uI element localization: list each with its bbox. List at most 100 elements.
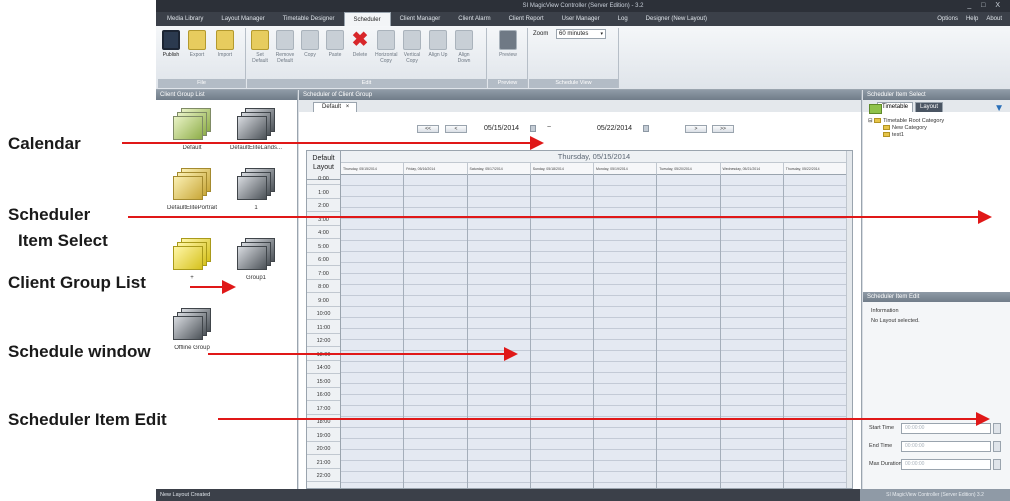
menu-item-scheduler[interactable]: Scheduler <box>343 12 391 26</box>
time-slot-label: 20:00 <box>307 444 340 455</box>
ribbon: Publish Export Import File Set Default R… <box>156 26 1010 90</box>
end-date-picker[interactable]: 05/22/2014 <box>595 123 649 134</box>
schedule-day-column[interactable] <box>783 175 847 488</box>
time-slot-label: 21:00 <box>307 458 340 469</box>
calendar-icon[interactable] <box>643 125 649 132</box>
client-group-label: Default <box>182 145 202 151</box>
menu-item-media-library[interactable]: Media Library <box>158 12 212 26</box>
time-slot-label: 10:00 <box>307 309 340 320</box>
schedule-day-column[interactable] <box>657 175 721 488</box>
schedule-day-column[interactable] <box>530 175 594 488</box>
client-group-item[interactable]: Default <box>162 108 222 151</box>
ribbon-group-edit: Set Default Remove Default Copy Paste ✖ D… <box>247 28 487 88</box>
scheduler-item-panel: Scheduler Item Select Timetable Layout ▼… <box>863 90 1010 489</box>
day-column-header: Saturday, 05/17/2014 <box>467 163 531 175</box>
vertical-copy-button[interactable]: Vertical Copy <box>401 30 423 64</box>
align-up-icon <box>429 30 447 50</box>
client-group-item[interactable]: DefaultElitePortrait <box>162 168 222 211</box>
prev-day-button[interactable]: < <box>445 125 467 133</box>
time-slot-label: 17:00 <box>307 404 340 415</box>
tree-item-new-category[interactable]: New Category <box>883 125 927 131</box>
menu-item-user-manager[interactable]: User Manager <box>553 12 609 26</box>
time-slot-label: 19:00 <box>307 431 340 442</box>
day-column-header: Thursday, 05/15/2014 <box>341 163 405 175</box>
schedule-cells[interactable] <box>341 175 847 488</box>
remove-default-button[interactable]: Remove Default <box>274 30 296 64</box>
max-duration-spinner[interactable] <box>993 459 1001 470</box>
remove-default-icon <box>276 30 294 50</box>
prev-week-button[interactable]: << <box>417 125 439 133</box>
tab-layout[interactable]: Layout <box>915 102 944 112</box>
menu-item-designer-new-layout[interactable]: Designer (New Layout) <box>637 12 716 26</box>
window-controls[interactable]: _ □ X <box>967 0 1004 12</box>
client-group-item[interactable]: Group1 <box>226 238 286 281</box>
client-group-label: DefaultEliteLands... <box>229 145 283 151</box>
next-week-button[interactable]: >> <box>712 125 734 133</box>
group-caption-edit: Edit <box>247 79 486 88</box>
set-default-button[interactable]: Set Default <box>249 30 271 64</box>
menu-item-timetable-designer[interactable]: Timetable Designer <box>274 12 344 26</box>
close-tab-icon[interactable]: × <box>346 104 350 110</box>
time-slot-label: 22:00 <box>307 471 340 482</box>
schedule-vscroll[interactable] <box>846 151 852 488</box>
menu-item-help[interactable]: Help <box>962 12 982 26</box>
end-time-spinner[interactable] <box>993 441 1001 452</box>
align-up-button[interactable]: Align Up <box>427 30 449 58</box>
menu-item-client-alarm[interactable]: Client Alarm <box>449 12 499 26</box>
title-bar: SI MagicView Controller (Server Edition)… <box>156 0 1010 12</box>
horizontal-copy-button[interactable]: Horizontal Copy <box>375 30 398 64</box>
tree-item-test1[interactable]: test1 <box>883 132 904 138</box>
set-default-icon <box>251 30 269 50</box>
menu-item-options[interactable]: Options <box>933 12 962 26</box>
end-time-input[interactable]: 00:00:00 <box>901 441 991 452</box>
align-down-button[interactable]: Align Down <box>453 30 475 64</box>
horizontal-copy-icon <box>377 30 395 50</box>
schedule-day-column[interactable] <box>720 175 784 488</box>
start-date-picker[interactable]: 05/15/2014 <box>482 123 536 134</box>
max-duration-input[interactable]: 00:00:00 <box>901 459 991 470</box>
day-column-header: Monday, 05/19/2014 <box>594 163 658 175</box>
export-button[interactable]: Export <box>186 30 208 58</box>
delete-button[interactable]: ✖ Delete <box>349 30 371 58</box>
schedule-day-column[interactable] <box>341 175 405 488</box>
client-group-icon <box>237 108 275 142</box>
copy-button[interactable]: Copy <box>299 30 321 58</box>
menu-item-client-report[interactable]: Client Report <box>500 12 553 26</box>
tab-default[interactable]: Default × <box>313 102 357 112</box>
publish-button[interactable]: Publish <box>160 30 182 58</box>
next-day-button[interactable]: > <box>685 125 707 133</box>
ribbon-group-schedule-view: Zoom 60 minutes ▾ Schedule View <box>529 28 619 88</box>
import-button[interactable]: Import <box>214 30 236 58</box>
filter-icon[interactable]: ▼ <box>994 104 1004 114</box>
zoom-select[interactable]: 60 minutes ▾ <box>556 29 606 39</box>
preview-button[interactable]: Preview <box>497 30 519 58</box>
tab-timetable[interactable]: Timetable <box>877 102 914 112</box>
client-group-item[interactable]: 1 <box>226 168 286 211</box>
arrow-head-scheduler-item-select <box>978 210 992 224</box>
schedule-day-column[interactable] <box>404 175 468 488</box>
calendar-icon[interactable] <box>530 125 536 132</box>
tree-item-root[interactable]: ⊟ Timetable Root Category <box>868 118 944 124</box>
import-icon <box>216 30 234 50</box>
client-group-item[interactable]: Offline Group <box>162 308 222 351</box>
refresh-icon[interactable] <box>869 104 882 114</box>
status-bar: New Layout Created SI MagicView Controll… <box>156 489 1010 501</box>
paste-button[interactable]: Paste <box>324 30 346 58</box>
schedule-day-column[interactable] <box>467 175 531 488</box>
menu-item-log[interactable]: Log <box>609 12 637 26</box>
max-duration-label: Max Duration <box>869 461 902 467</box>
start-time-spinner[interactable] <box>993 423 1001 434</box>
day-column-header: Tuesday, 05/20/2014 <box>657 163 721 175</box>
time-slot-label: 6:00 <box>307 255 340 266</box>
menu-item-client-manager[interactable]: Client Manager <box>391 12 450 26</box>
client-group-item[interactable]: DefaultEliteLands... <box>226 108 286 151</box>
schedule-day-column[interactable] <box>594 175 658 488</box>
copy-icon <box>301 30 319 50</box>
menu-item-about[interactable]: About <box>982 12 1006 26</box>
menu-item-layout-manager[interactable]: Layout Manager <box>212 12 273 26</box>
client-group-item[interactable]: + <box>162 238 222 281</box>
time-slot-label: 2:00 <box>307 201 340 212</box>
schedule-header: Scheduler of Client Group <box>299 90 861 100</box>
client-group-label: 1 <box>254 205 258 211</box>
arrow-head-scheduler-item-edit <box>976 412 990 426</box>
